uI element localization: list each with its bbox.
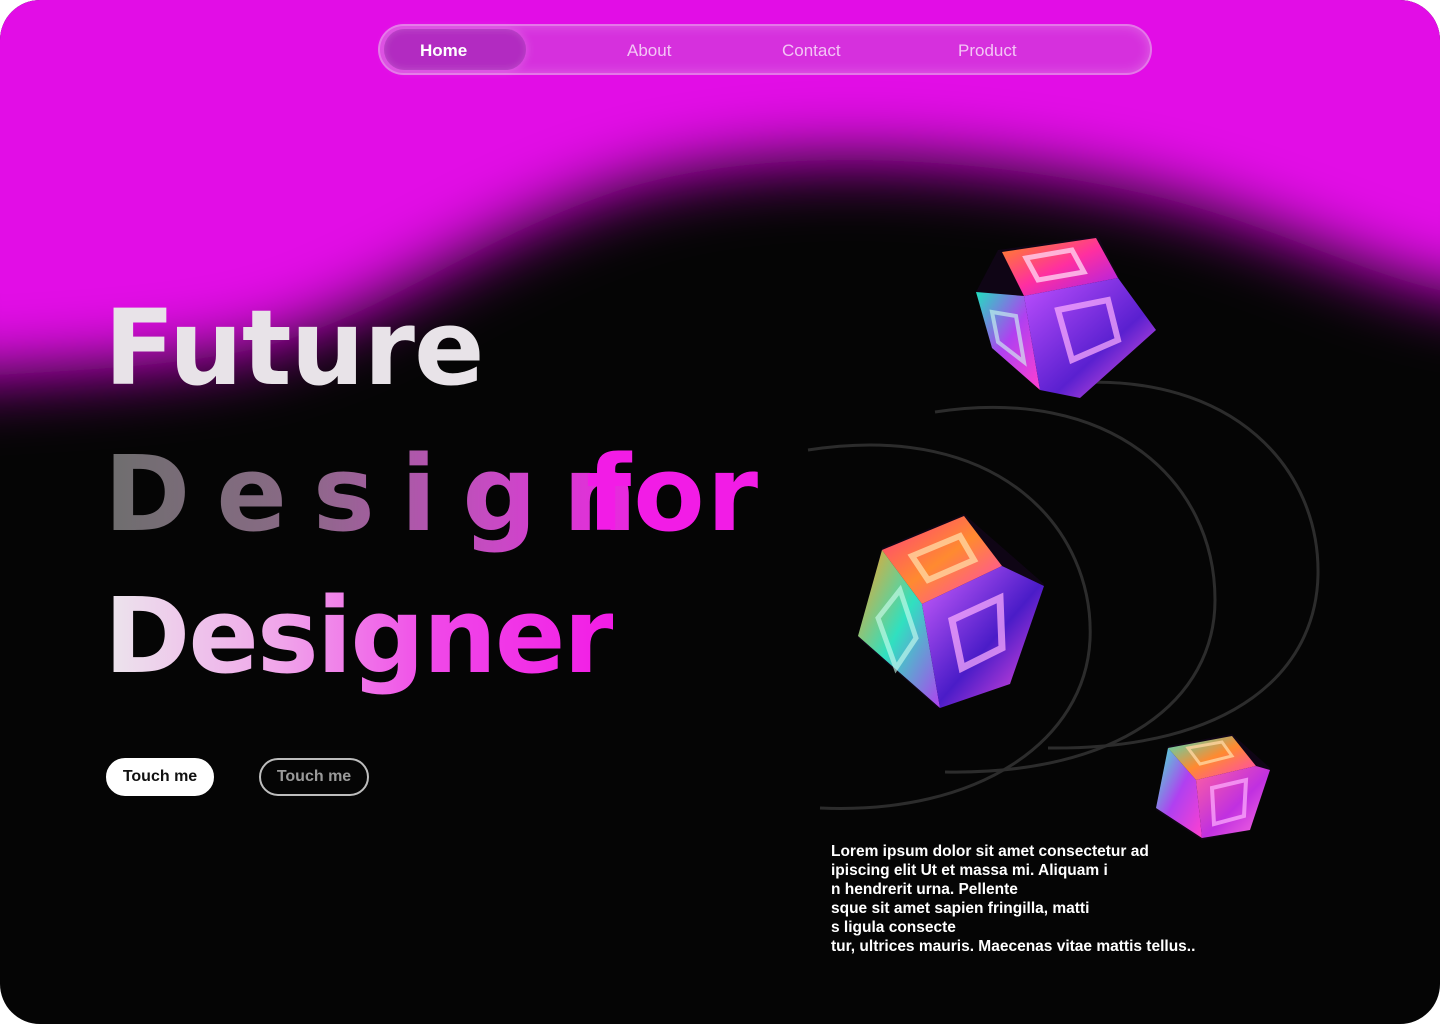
nav-item-home[interactable]: Home xyxy=(420,26,467,77)
glass-cube-icon xyxy=(1156,734,1270,840)
hero-title-word-for: for xyxy=(586,433,760,555)
description-line: tur, ultrices mauris. Maecenas vitae mat… xyxy=(831,938,1196,955)
description-line: n hendrerit urna. Pellente xyxy=(831,881,1018,898)
hero-title-line-3: Designer xyxy=(104,575,615,697)
nav-item-about[interactable]: About xyxy=(627,26,671,77)
description-line: sque sit amet sapien fringilla, matti xyxy=(831,900,1090,917)
description-line: s ligula consecte xyxy=(831,919,956,936)
nav-item-contact[interactable]: Contact xyxy=(782,26,841,77)
nav-item-product[interactable]: Product xyxy=(958,26,1017,77)
glass-cube-icon xyxy=(976,236,1156,398)
hero-page: Home About Contact Product Future Design… xyxy=(0,0,1440,1024)
description-line: Lorem ipsum dolor sit amet consectetur a… xyxy=(831,843,1149,860)
hero-title-word-design: Design xyxy=(104,433,663,555)
touch-me-secondary-button[interactable]: Touch me xyxy=(259,758,369,796)
description-paragraph: Lorem ipsum dolor sit amet consectetur a… xyxy=(831,842,1251,956)
glass-cube-icon xyxy=(858,514,1044,708)
top-navigation: Home About Contact Product xyxy=(378,24,1152,75)
description-line: ipiscing elit Ut et massa mi. Aliquam i xyxy=(831,862,1108,879)
hero-title-line-1: Future xyxy=(104,287,484,409)
touch-me-primary-button[interactable]: Touch me xyxy=(106,758,214,796)
